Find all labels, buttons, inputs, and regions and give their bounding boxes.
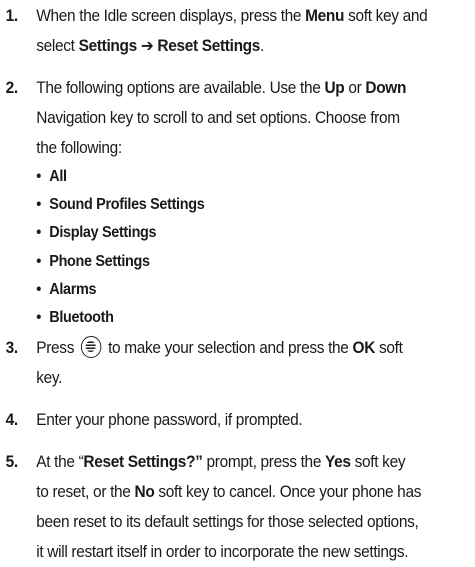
navigation-key-icon: [80, 336, 102, 359]
step-3: 3. Press to make your selection and pres…: [0, 333, 442, 393]
step-line: been reset to its default settings for t…: [36, 512, 419, 532]
step-line: At the “Reset Settings?” prompt, press t…: [36, 452, 406, 472]
step-line: key.: [36, 368, 63, 388]
step-line: select Settings ➔ Reset Settings.: [36, 36, 265, 55]
step-1: 1. When the Idle screen displays, press …: [0, 1, 442, 61]
step-line: Navigation key to scroll to and set opti…: [36, 108, 400, 127]
option-item: Phone Settings: [36, 248, 441, 276]
step-number: 3.: [5, 338, 19, 358]
down-key-label: Down: [365, 78, 407, 97]
step-number: 1.: [5, 6, 19, 25]
no-key-label: No: [134, 482, 155, 502]
up-key-label: Up: [324, 78, 345, 97]
step-5: 5. At the “Reset Settings?” prompt, pres…: [0, 447, 442, 567]
menu-path-label: Settings ➔ Reset Settings: [78, 36, 261, 55]
reset-options-list: All Sound Profiles Settings Display Sett…: [36, 163, 441, 332]
option-item: Bluetooth: [36, 304, 441, 332]
step-2: 2. The following options are available. …: [0, 73, 442, 332]
instructions-document: 1. When the Idle screen displays, press …: [0, 0, 442, 561]
step-number: 5.: [5, 452, 19, 472]
step-number: 4.: [5, 410, 19, 430]
step-line: the following:: [36, 138, 122, 157]
prompt-label: Reset Settings?”: [83, 452, 203, 472]
step-line: Press to make your selection and press t…: [36, 336, 403, 359]
menu-key-label: Menu: [305, 6, 345, 25]
yes-key-label: Yes: [325, 452, 351, 472]
step-line: When the Idle screen displays, press the…: [36, 6, 428, 25]
option-item: All: [36, 163, 441, 191]
step-line: The following options are available. Use…: [36, 78, 407, 97]
option-item: Alarms: [36, 276, 441, 304]
step-line: to reset, or the No soft key to cancel. …: [36, 482, 422, 502]
step-number: 2.: [5, 78, 19, 97]
step-line: Enter your phone password, if prompted.: [36, 410, 303, 430]
ok-key-label: OK: [352, 338, 376, 358]
step-4: 4. Enter your phone password, if prompte…: [0, 405, 442, 435]
option-item: Display Settings: [36, 219, 441, 247]
step-line: it will restart itself in order to incor…: [36, 542, 409, 562]
option-item: Sound Profiles Settings: [36, 191, 441, 219]
